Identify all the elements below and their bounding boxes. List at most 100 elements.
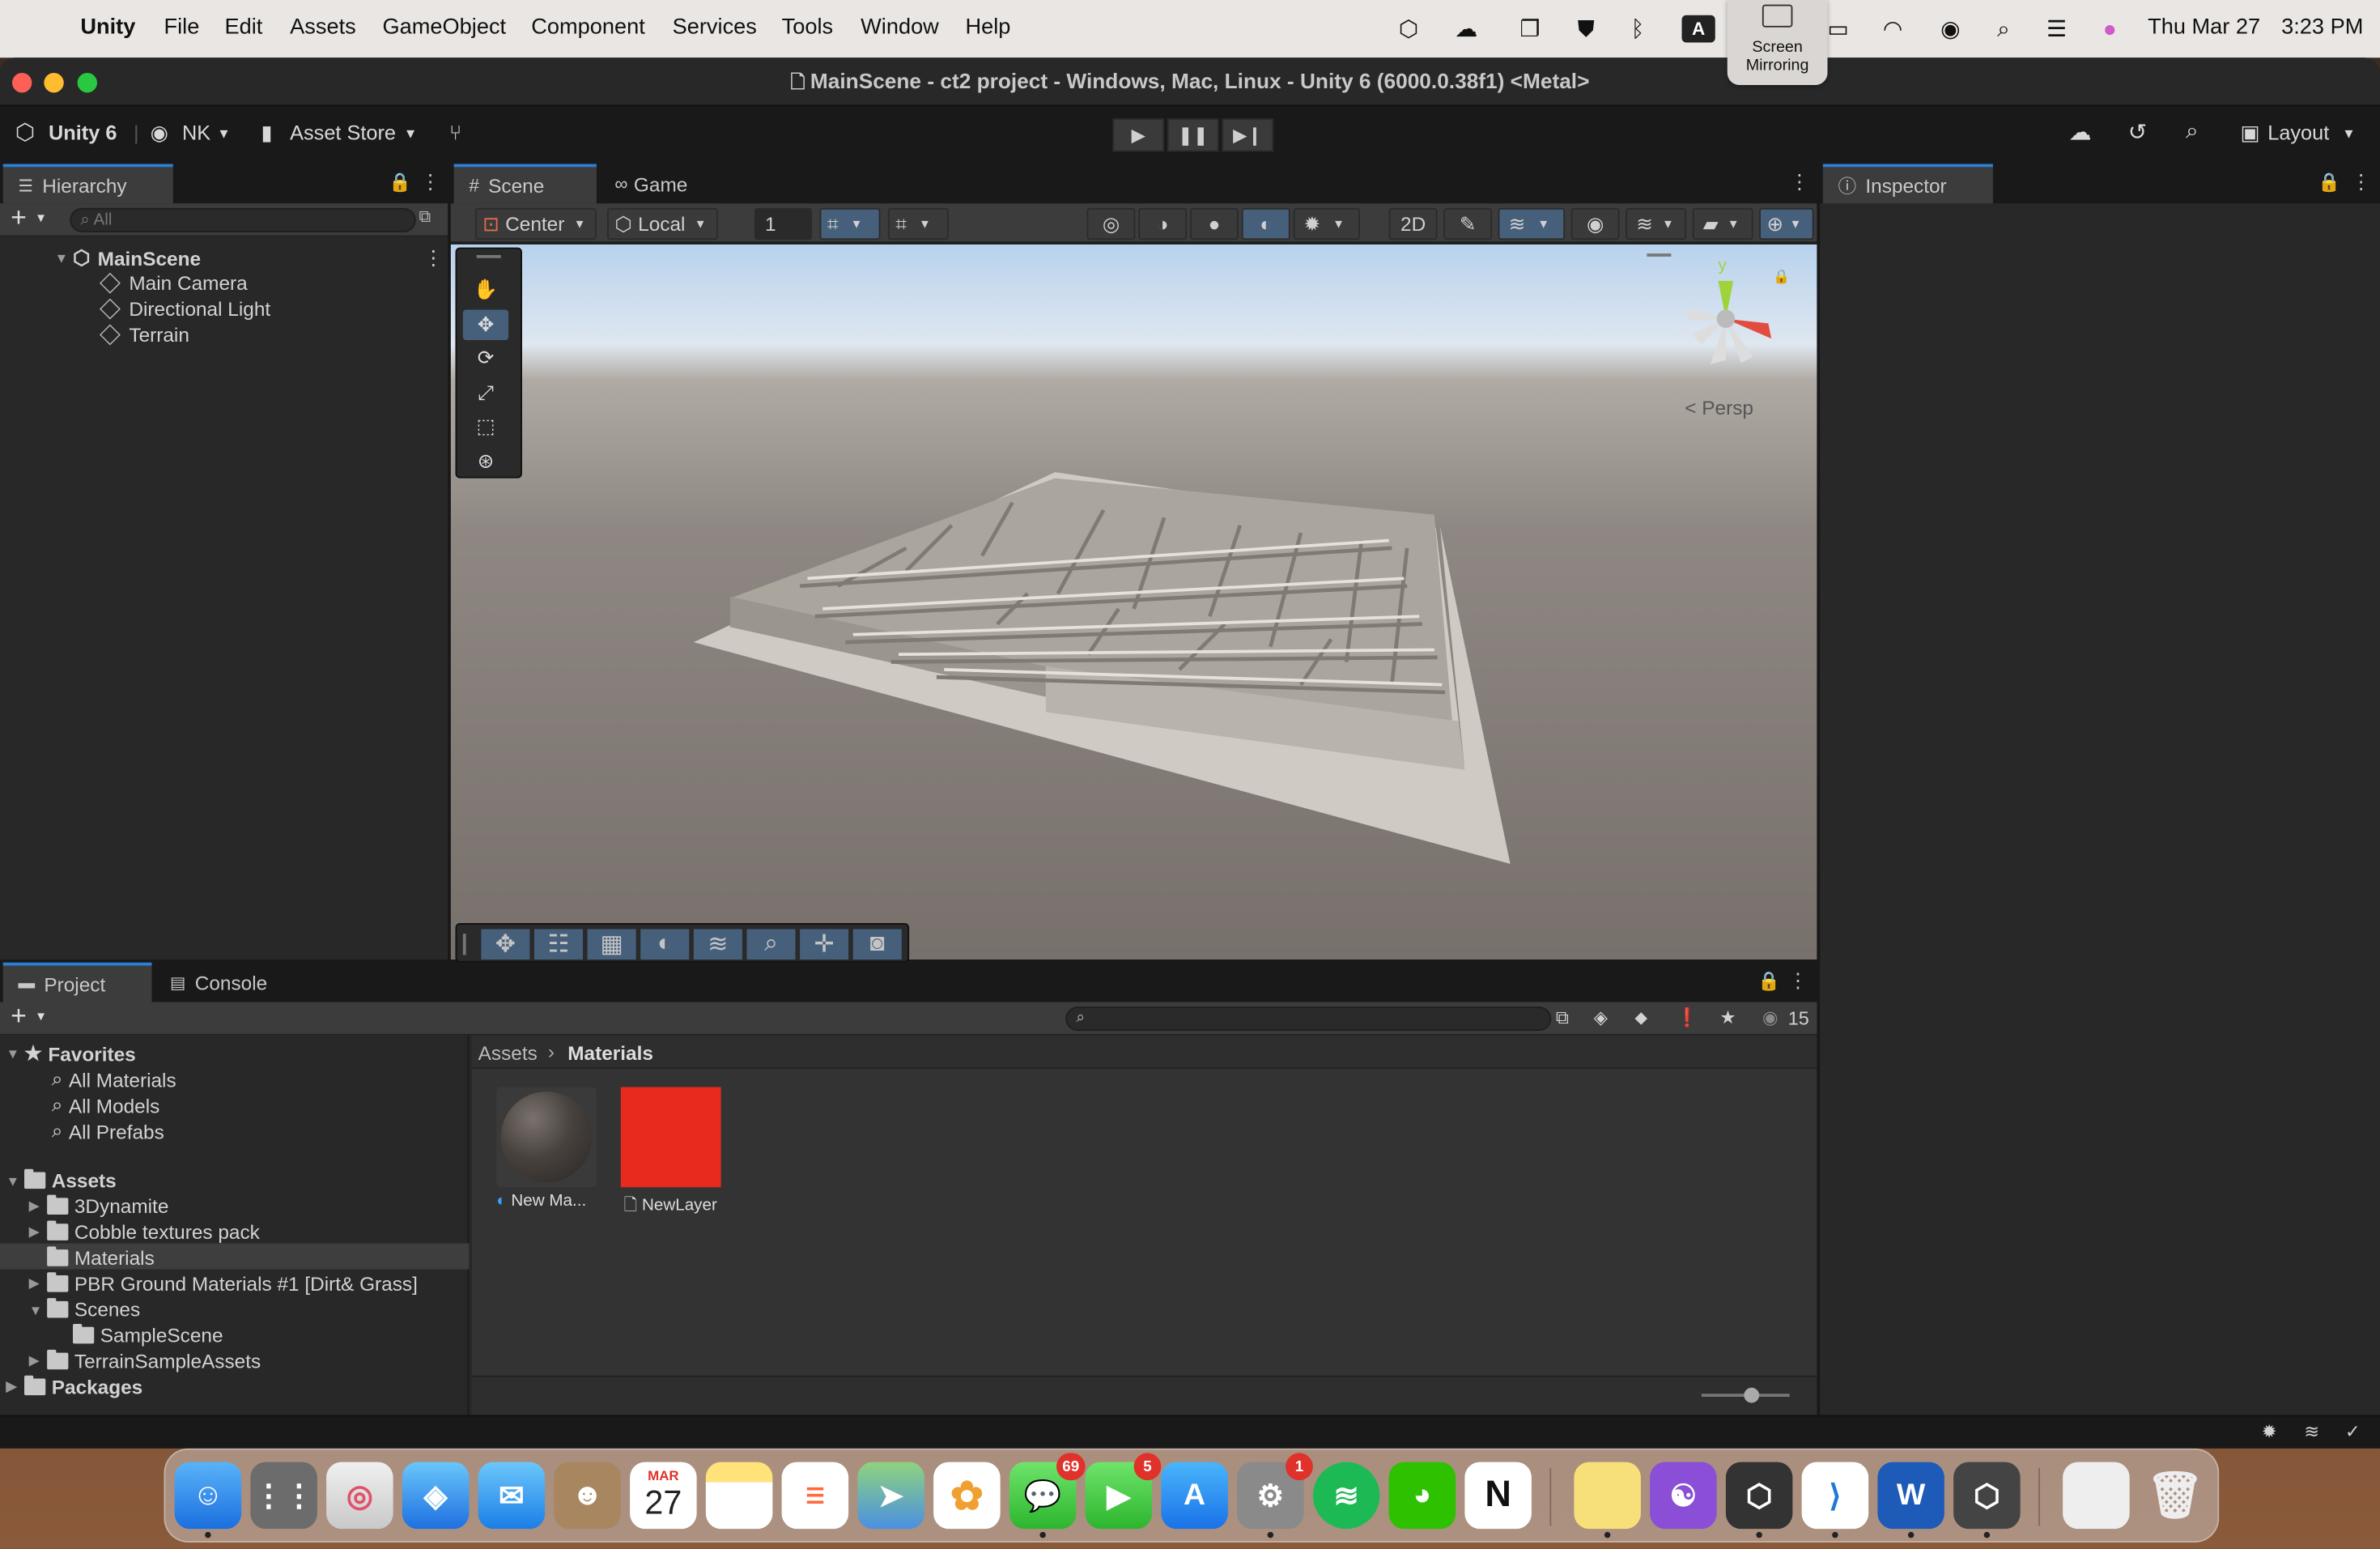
menu-help[interactable]: Help: [966, 15, 1011, 40]
space-dropdown[interactable]: ⬡ Local ▼: [607, 207, 718, 240]
search-filter-icon[interactable]: ⧉: [1556, 1006, 1569, 1029]
folder-pbr-ground[interactable]: ▶ PBR Ground Materials #1 [Dirt& Grass]: [29, 1272, 418, 1295]
favorite-all-models[interactable]: ⌕ All Models: [52, 1093, 160, 1117]
more-options-icon[interactable]: ⋮: [1790, 170, 1809, 194]
gizmos-dropdown[interactable]: ⊕ ▼: [1759, 207, 1814, 240]
word-icon[interactable]: W: [1877, 1462, 1944, 1538]
draw-mode-shaded[interactable]: ●: [1190, 207, 1239, 240]
bluetooth-icon[interactable]: ᛒ: [1622, 14, 1653, 45]
lock-icon[interactable]: 🔒: [1773, 269, 1790, 286]
menu-tools[interactable]: Tools: [782, 15, 833, 40]
asset-store-dropdown[interactable]: Asset Store: [290, 121, 396, 144]
folder-cobble-textures[interactable]: ▶ Cobble textures pack: [29, 1220, 260, 1244]
tab-scene[interactable]: # Scene: [453, 164, 597, 204]
search-filter-icon[interactable]: ⧉: [419, 208, 431, 228]
menu-gameobject[interactable]: GameObject: [383, 15, 507, 40]
scale-tool-icon[interactable]: ⤢: [463, 378, 508, 409]
menu-component[interactable]: Component: [531, 15, 645, 40]
folder-materials[interactable]: Materials: [47, 1246, 155, 1270]
facetime-icon[interactable]: ▶ 5: [1085, 1453, 1162, 1530]
menu-window[interactable]: Window: [861, 15, 939, 40]
tab-inspector[interactable]: ⓘ Inspector: [1822, 164, 1993, 204]
browser-icon[interactable]: ◎: [326, 1462, 393, 1530]
view-snap-icon[interactable]: ✛: [800, 929, 849, 960]
more-options-icon[interactable]: ⋮: [2351, 170, 2370, 194]
calendar-icon[interactable]: MAR 27: [630, 1462, 697, 1530]
pivot-dropdown[interactable]: ⊡ Center ▼: [474, 207, 597, 240]
photos-icon[interactable]: ✿: [933, 1462, 1001, 1530]
creative-cloud-icon[interactable]: ☁: [1451, 14, 1482, 45]
unity-hub-icon[interactable]: ⬡: [1725, 1462, 1793, 1538]
asset-newlayer[interactable]: [620, 1087, 721, 1188]
stickies-icon[interactable]: [1574, 1462, 1641, 1538]
layers-icon[interactable]: ≋: [2304, 1421, 2319, 1442]
layout-dropdown[interactable]: Layout: [2267, 121, 2329, 144]
hand-tool-icon[interactable]: ✋: [463, 274, 508, 305]
notion-icon[interactable]: N: [1464, 1462, 1532, 1530]
battery-icon[interactable]: ▭: [1823, 14, 1854, 45]
history-icon[interactable]: ↺: [2128, 118, 2148, 146]
packages-root[interactable]: ▶ Packages: [6, 1375, 142, 1398]
orientation-gizmo[interactable]: [1665, 266, 1787, 372]
draw-mode-wireframe[interactable]: ◎: [1086, 207, 1136, 240]
control-center-icon[interactable]: ☰: [2042, 14, 2072, 45]
zoom-slider-thumb[interactable]: [1744, 1387, 1760, 1403]
safari-icon[interactable]: ◈: [402, 1462, 470, 1530]
view-grid-icon[interactable]: ▦: [587, 929, 636, 960]
notes-icon[interactable]: [705, 1462, 773, 1530]
folder-terrain-sample-assets[interactable]: ▶ TerrainSampleAssets: [29, 1349, 261, 1372]
chevron-down-icon[interactable]: ▼: [35, 211, 47, 225]
assets-root[interactable]: ▼ Assets: [6, 1168, 117, 1192]
window-stack-icon[interactable]: ❐: [1515, 14, 1545, 45]
view-move-icon[interactable]: ✥: [481, 929, 530, 960]
system-settings-icon[interactable]: ⚙ 1: [1237, 1453, 1313, 1538]
lighting-toggle[interactable]: ✎: [1443, 207, 1493, 240]
unity-version-button[interactable]: Unity 6: [49, 121, 117, 144]
transform-tool-icon[interactable]: ⊛: [463, 446, 508, 477]
rect-tool-icon[interactable]: ⬚: [463, 411, 508, 442]
add-icon[interactable]: +: [11, 1001, 27, 1032]
checkmark-icon[interactable]: ✓: [2345, 1421, 2361, 1442]
rotate-tool-icon[interactable]: ⟳: [463, 343, 508, 374]
filter-by-log-icon[interactable]: ❗: [1676, 1006, 1698, 1028]
hidden-packages-icon[interactable]: ◉: [1762, 1006, 1779, 1028]
search-icon[interactable]: ⌕: [2186, 118, 2199, 144]
favorite-all-materials[interactable]: ⌕ All Materials: [52, 1067, 176, 1092]
project-search-input[interactable]: ⌕: [1065, 1006, 1552, 1032]
effects-dropdown[interactable]: ≋ ▼: [1498, 207, 1566, 240]
wechat-icon[interactable]: ◕: [1388, 1462, 1456, 1530]
screenshot-thumbnail-icon[interactable]: [2063, 1462, 2130, 1530]
vscode-icon[interactable]: ⟩: [1801, 1462, 1869, 1538]
view-search-icon[interactable]: ⌕: [746, 929, 796, 960]
filter-by-type-icon[interactable]: ◈: [1594, 1006, 1608, 1028]
scene-viewport[interactable]: ✋ ✥ ⟳ ⤢ ⬚ ⊛ y 🔒 < Persp: [450, 244, 1817, 960]
favorite-all-prefabs[interactable]: ⌕ All Prefabs: [52, 1119, 164, 1143]
step-button[interactable]: ▶❙: [1222, 118, 1274, 152]
mail-icon[interactable]: ✉: [478, 1462, 546, 1530]
chevron-down-icon[interactable]: ▼: [35, 1010, 47, 1023]
hierarchy-item-terrain[interactable]: Terrain: [100, 323, 189, 347]
increment-snap-toggle[interactable]: ⌗ ▼: [887, 207, 949, 240]
lock-icon[interactable]: 🔒: [1757, 970, 1780, 991]
reminders-icon[interactable]: ☰: [781, 1462, 849, 1530]
hierarchy-item-main-camera[interactable]: Main Camera: [100, 272, 248, 295]
unity-logo-icon[interactable]: ⬡: [15, 118, 36, 146]
hierarchy-search-input[interactable]: ⌕ All: [70, 207, 416, 232]
tab-console[interactable]: ▤ Console: [155, 963, 300, 1002]
tab-hierarchy[interactable]: ☰ Hierarchy: [2, 164, 173, 204]
screen-mirroring-button[interactable]: Screen Mirroring: [1727, 0, 1828, 85]
breadcrumb-assets[interactable]: Assets: [478, 1041, 538, 1064]
folder-scenes[interactable]: ▼ Scenes: [29, 1298, 140, 1321]
github-desktop-icon[interactable]: ☯: [1650, 1462, 1717, 1530]
2d-toggle[interactable]: 2D: [1388, 207, 1438, 240]
asset-new-material[interactable]: [496, 1087, 597, 1188]
trash-icon[interactable]: 🗑: [2142, 1462, 2209, 1530]
finder-icon[interactable]: ☺: [174, 1462, 242, 1538]
grid-size-field[interactable]: 1: [754, 207, 813, 240]
layers-dropdown[interactable]: ≋ ▼: [1626, 207, 1687, 240]
unity-status-icon[interactable]: ⬡: [1393, 14, 1424, 45]
launchpad-icon[interactable]: ⋮⋮: [250, 1462, 317, 1530]
user-icon[interactable]: ◉: [1936, 14, 1966, 45]
view-layers-icon[interactable]: ≋: [693, 929, 742, 960]
version-control-icon[interactable]: ⑂: [449, 121, 461, 144]
